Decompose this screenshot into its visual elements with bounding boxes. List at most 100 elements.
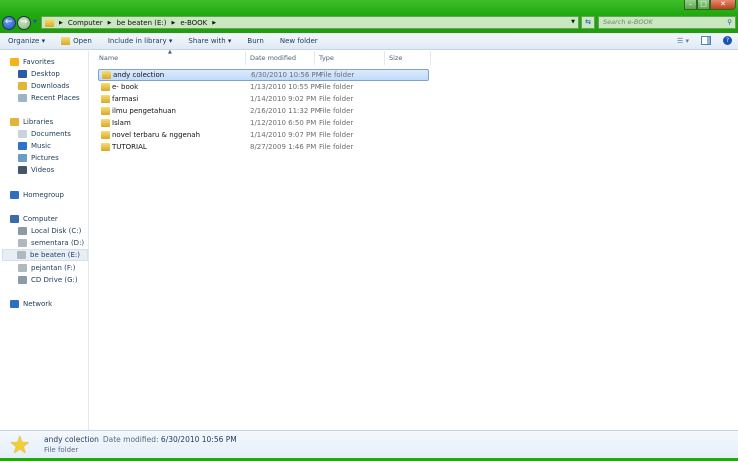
videos-icon [18,166,27,174]
folder-icon [101,131,110,139]
sidebar-item-label: Network [23,300,53,308]
chevron-right-icon[interactable]: ▶ [108,20,112,26]
sidebar-item-documents[interactable]: Documents [18,128,71,140]
address-dropdown-icon[interactable]: ▼ [571,19,575,25]
music-icon [18,142,27,150]
refresh-button[interactable]: ⇆ [581,16,595,29]
sidebar-item-label: Videos [31,166,55,174]
sidebar-item-videos[interactable]: Videos [18,164,54,176]
status-date-label: Date modified: [102,435,159,444]
sidebar-item-computer[interactable]: Computer [10,213,58,225]
file-name: e- book [112,83,139,91]
back-button[interactable]: ← [2,16,16,30]
arrow-right-icon: → [20,17,28,27]
file-row[interactable]: Islam 1/12/2010 6:50 PM File folder [98,117,429,129]
recent-pages-dropdown[interactable]: ▼ [33,19,37,25]
sidebar-item-d[interactable]: sementara (D:) [18,237,84,249]
file-type: File folder [320,71,355,79]
sidebar-item-label: Local Disk (C:) [31,227,82,235]
file-date: 1/14/2010 9:02 PM [250,95,317,103]
drive-icon [18,239,27,247]
sidebar-item-label: Desktop [31,70,60,78]
file-date: 1/14/2010 9:07 PM [250,131,317,139]
sidebar-item-label: Music [31,142,51,150]
organize-button[interactable]: Organize ▾ [0,37,53,45]
chevron-right-icon[interactable]: ▶ [172,20,176,26]
column-type[interactable]: Type [319,54,334,62]
minimize-button[interactable]: – [684,0,697,10]
sidebar-item-label: Favorites [23,58,55,66]
file-row[interactable]: andy colection 6/30/2010 10:56 PM File fol… [98,69,429,81]
file-name: farmasi [112,95,139,103]
folder-icon [101,83,110,91]
chevron-right-icon[interactable]: ▶ [212,20,216,26]
file-row[interactable]: e- book 1/13/2010 10:55 PM File folder [98,81,429,93]
include-in-library-button[interactable]: Include in library ▾ [100,37,181,45]
file-type: File folder [319,119,354,127]
breadcrumb-computer[interactable]: Computer [68,19,103,27]
close-button[interactable]: ✕ [710,0,736,10]
file-date: 6/30/2010 10:56 PM [251,71,322,79]
search-placeholder: Search e-BOOK [603,18,653,26]
sidebar-item-label: Homegroup [23,191,65,199]
search-icon[interactable]: ⚲ [727,17,732,28]
file-name: novel terbaru & nggenah [112,131,201,139]
downloads-icon [18,82,27,90]
folder-icon [101,95,110,103]
homegroup-icon [10,191,19,199]
sidebar-item-label: Downloads [31,82,70,90]
sidebar-item-pictures[interactable]: Pictures [18,152,59,164]
view-options-button[interactable]: ☰ ▾ [677,37,689,45]
column-date-modified[interactable]: Date modified [250,54,296,62]
breadcrumb-folder[interactable]: e-BOOK [180,19,207,27]
help-button[interactable]: ? [723,36,732,45]
libraries-icon [10,118,19,126]
file-name: andy colection [113,71,165,79]
computer-icon [10,215,19,223]
folder-icon [101,107,110,115]
sidebar-item-libraries[interactable]: Libraries [10,116,53,128]
sidebar-item-c[interactable]: Local Disk (C:) [18,225,81,237]
file-type: File folder [319,143,354,151]
forward-button[interactable]: → [17,16,31,30]
sidebar-item-label: pejantan (F:) [31,264,76,272]
sidebar-item-label: Recent Places [31,94,80,102]
cd-drive-icon [18,276,27,284]
sidebar-item-favorites[interactable]: Favorites [10,56,55,68]
sidebar-item-recent[interactable]: Recent Places [18,92,80,104]
open-button[interactable]: Open [53,37,100,45]
address-bar[interactable]: ▶ Computer ▶ be beaten (E:) ▶ e-BOOK ▶ ▼ [41,16,579,29]
file-type: File folder [319,131,354,139]
sidebar-item-label: Libraries [23,118,54,126]
status-type: File folder [44,446,79,454]
file-name: TUTORIAL [112,143,147,151]
maximize-button[interactable]: □ [697,0,710,10]
file-row[interactable]: farmasi 1/14/2010 9:02 PM File folder [98,93,429,105]
open-label: Open [73,37,92,45]
sidebar-item-music[interactable]: Music [18,140,51,152]
chevron-right-icon[interactable]: ▶ [59,20,63,26]
share-with-button[interactable]: Share with ▾ [180,37,239,45]
sidebar-item-desktop[interactable]: Desktop [18,68,60,80]
drive-icon [18,264,27,272]
breadcrumb-drive[interactable]: be beaten (E:) [117,19,167,27]
star-icon: ★ [9,431,31,459]
file-row[interactable]: ilmu pengetahuan 2/16/2010 11:32 PM File f… [98,105,429,117]
sidebar-item-label: Documents [31,130,71,138]
column-size[interactable]: Size [389,54,402,62]
preview-pane-button[interactable] [701,36,711,45]
file-row[interactable]: TUTORIAL 8/27/2009 1:46 PM File folder [98,141,429,153]
sidebar-item-homegroup[interactable]: Homegroup [10,189,64,201]
sidebar-item-label: Computer [23,215,58,223]
burn-button[interactable]: Burn [239,37,271,45]
sidebar-item-network[interactable]: Network [10,298,52,310]
sidebar-item-e[interactable]: be beaten (E:) [2,249,88,261]
sidebar-item-g[interactable]: CD Drive (G:) [18,274,78,286]
new-folder-button[interactable]: New folder [272,37,326,45]
file-type: File folder [319,95,354,103]
sidebar-item-downloads[interactable]: Downloads [18,80,69,92]
sidebar-item-f[interactable]: pejantan (F:) [18,262,75,274]
file-row[interactable]: novel terbaru & nggenah 1/14/2010 9:07 PM… [98,129,429,141]
column-name[interactable]: Name [99,54,118,62]
search-input[interactable]: Search e-BOOK ⚲ [598,16,736,29]
